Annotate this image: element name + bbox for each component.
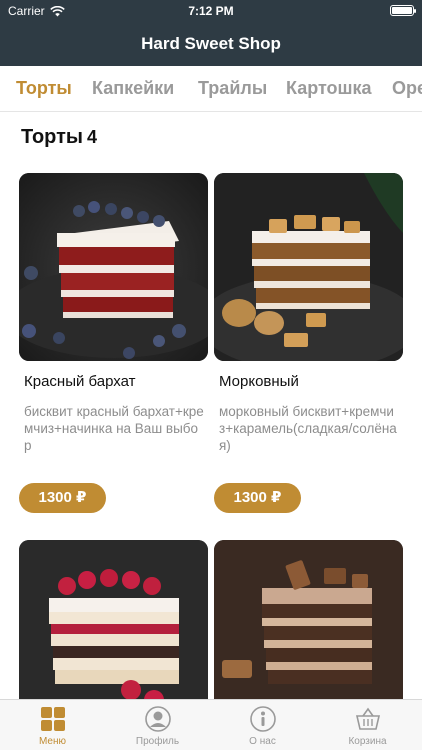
clock: 7:12 PM (188, 4, 234, 18)
section-title-text: Торты (21, 126, 84, 148)
tabbar-item-profile[interactable]: Профиль (105, 700, 210, 750)
tabbar-label: О нас (249, 736, 276, 747)
product-name: Морковный (219, 373, 299, 390)
product-description: бисквит красный бархат+кремчиз+начинка н… (24, 404, 204, 453)
profile-icon (145, 706, 171, 732)
product-photo-red-velvet[interactable] (19, 173, 208, 361)
product-name: Красный бархат (24, 373, 136, 390)
product-card[interactable]: Красный бархат бисквит красный бархат+кр… (19, 173, 208, 513)
tabbar-item-menu[interactable]: Меню (0, 700, 105, 750)
price-button[interactable]: 1300 ₽ (214, 483, 301, 513)
tab-trifles[interactable]: Трайлы (198, 78, 267, 99)
section-count: 4 (87, 127, 98, 147)
tab-kartoshka[interactable]: Картошка (286, 78, 372, 99)
menu-grid-icon (41, 707, 65, 731)
tab-cupcakes[interactable]: Капкейки (92, 78, 174, 99)
product-card[interactable]: Морковный морковный бисквит+кремчиз+кара… (214, 173, 403, 513)
app-title: Hard Sweet Shop (141, 34, 281, 53)
info-icon (250, 706, 276, 732)
top-header: Carrier 7:12 PM Hard Sweet Shop (0, 0, 422, 66)
tabbar-item-about[interactable]: О нас (210, 700, 315, 750)
status-bar: Carrier 7:12 PM (0, 0, 422, 22)
tabbar-item-cart[interactable]: Корзина (315, 700, 420, 750)
bottom-tab-bar: Меню Профиль О нас Корзина (0, 699, 422, 750)
tab-cakes[interactable]: Торты (16, 78, 72, 99)
section-title: Торты 4 (21, 126, 97, 149)
battery-icon (390, 5, 416, 16)
tabbar-label: Профиль (135, 736, 180, 747)
basket-icon (355, 707, 381, 730)
tabbar-label: Меню (38, 736, 67, 747)
tabbar-label: Корзина (348, 736, 387, 747)
product-description: морковный бисквит+кремчиз+карамель(сладк… (219, 404, 397, 453)
tab-more[interactable]: Оре (392, 78, 422, 99)
product-photo-carrot[interactable] (214, 173, 403, 361)
price-button[interactable]: 1300 ₽ (19, 483, 106, 513)
category-tabs: Торты Капкейки Трайлы Картошка Оре (0, 66, 422, 112)
